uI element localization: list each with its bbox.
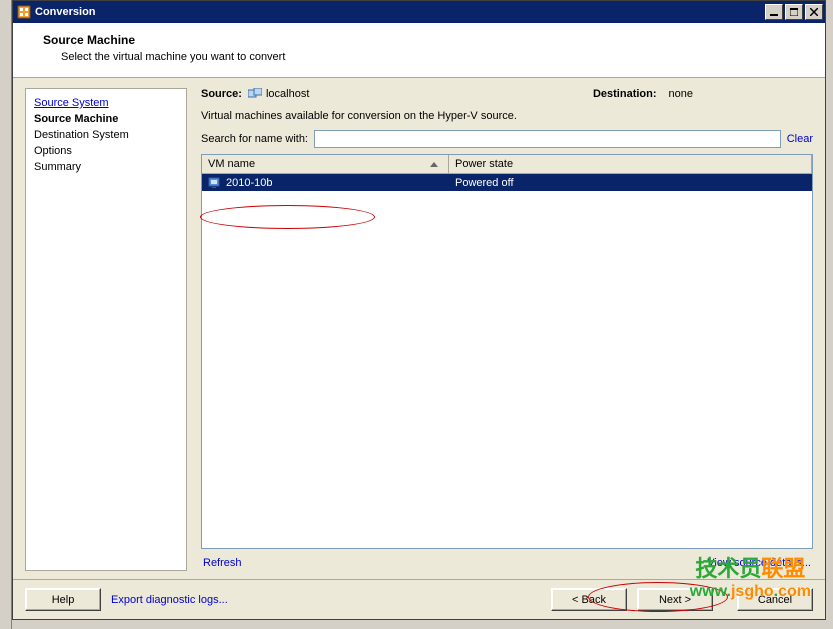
banner-subtext: Select the virtual machine you want to c… (61, 51, 805, 63)
banner-heading: Source Machine (43, 33, 805, 47)
conversion-window: Conversion Source Machine Select the vir… (12, 0, 826, 620)
maximize-button[interactable] (785, 4, 803, 20)
minimize-button[interactable] (765, 4, 783, 20)
back-button[interactable]: < Back (551, 588, 627, 611)
close-button[interactable] (805, 4, 823, 20)
available-text: Virtual machines available for conversio… (201, 110, 813, 122)
vm-icon (208, 177, 222, 189)
next-button[interactable]: Next > (637, 588, 713, 611)
step-options: Options (34, 143, 178, 159)
titlebar[interactable]: Conversion (13, 1, 825, 23)
step-source-system[interactable]: Source System (34, 95, 178, 111)
step-source-machine: Source Machine (34, 111, 178, 127)
host-icon (248, 88, 262, 100)
wizard-footer: Help Export diagnostic logs... < Back Ne… (13, 579, 825, 619)
view-source-details-link[interactable]: View source details... (707, 557, 811, 569)
step-destination-system: Destination System (34, 127, 178, 143)
vm-table-body[interactable]: 2010-10b Powered off (202, 174, 812, 548)
destination-value: none (669, 88, 693, 100)
vm-table: VM name Power state 2010-10b Powered off (201, 154, 813, 549)
step-summary: Summary (34, 159, 178, 175)
main-panel: Source: localhost Destination: none Virt… (187, 88, 813, 571)
search-input[interactable] (314, 130, 781, 148)
table-row[interactable]: 2010-10b Powered off (202, 174, 812, 191)
vm-name-cell: 2010-10b (226, 177, 273, 189)
column-vm-name[interactable]: VM name (202, 155, 449, 173)
destination-label: Destination: (593, 88, 657, 100)
wizard-steps-sidebar: Source System Source Machine Destination… (25, 88, 187, 571)
window-title: Conversion (35, 6, 765, 18)
export-diagnostic-link[interactable]: Export diagnostic logs... (111, 594, 228, 606)
wizard-banner: Source Machine Select the virtual machin… (13, 23, 825, 78)
help-button[interactable]: Help (25, 588, 101, 611)
source-value: localhost (266, 88, 309, 100)
cancel-button[interactable]: Cancel (737, 588, 813, 611)
vm-power-cell: Powered off (449, 176, 812, 190)
clear-link[interactable]: Clear (787, 133, 813, 145)
column-power-state[interactable]: Power state (449, 155, 812, 173)
search-label: Search for name with: (201, 133, 308, 145)
source-label: Source: (201, 88, 242, 100)
refresh-link[interactable]: Refresh (203, 557, 242, 569)
app-icon (17, 5, 31, 19)
